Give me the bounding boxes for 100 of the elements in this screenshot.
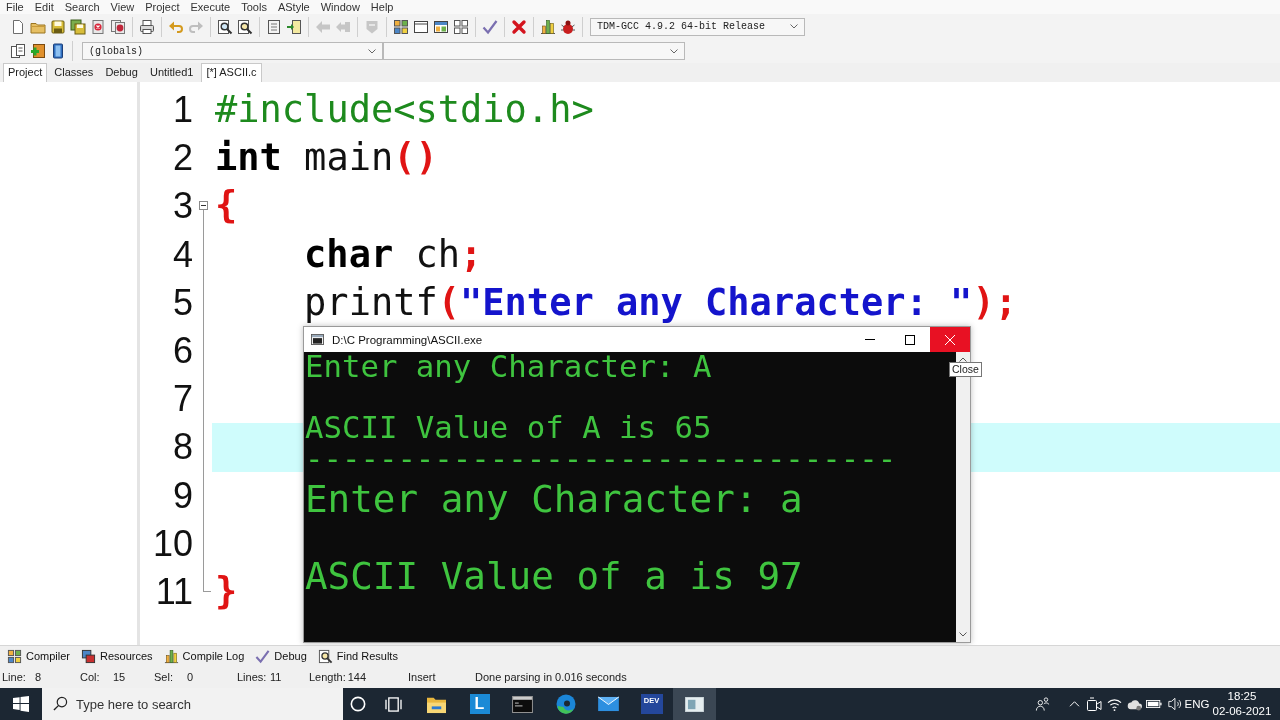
floppy-disks-icon[interactable] [70,18,86,35]
taskbar-button[interactable] [673,688,716,720]
chevron-up-icon[interactable] [959,357,967,362]
panel-tab[interactable]: Compile Log [159,646,249,666]
compiler-dropdown[interactable]: TDM-GCC 4.9.2 64-bit Release [590,17,805,36]
four-squares-outline-icon[interactable] [453,18,469,35]
tooltip: Close [949,362,982,377]
console-app-icon [311,334,324,345]
check-icon [255,648,271,664]
menu-item[interactable]: Execute [190,0,231,14]
panel-tab[interactable]: Compiler [3,646,74,666]
magnifier-page-icon[interactable] [237,18,253,35]
blank-page-icon[interactable] [10,18,26,35]
line-number: 3 [172,185,193,227]
two-pages-icon[interactable] [10,43,26,59]
clock[interactable]: 18:25 02-06-2021 [1210,689,1274,719]
menu-item[interactable]: View [110,0,135,14]
check-icon[interactable] [482,18,498,35]
status-value: 15 [113,671,126,683]
chevron-down-icon [368,48,376,54]
console-text-line: Enter any Character: A [305,352,712,383]
four-panes-icon[interactable] [13,696,29,712]
menu-item[interactable]: Help [370,0,394,14]
page-x-icon[interactable] [90,18,106,35]
people-icon[interactable] [1034,697,1050,711]
line-number: 5 [172,281,193,323]
plus-page-icon[interactable] [30,43,46,59]
menu-item[interactable]: File [6,0,24,14]
editor-tab[interactable]: [*] ASCII.c [201,63,262,82]
line-number: 7 [172,378,193,420]
code-line: char ch; [304,231,483,278]
search-icon [53,696,68,711]
panel-tab[interactable]: Classes [49,63,99,82]
chevron-down-icon [670,48,678,54]
pages-x-icon[interactable] [110,18,126,35]
speaker-icon[interactable] [1166,697,1182,711]
menu-item[interactable]: Project [145,0,180,14]
panels-icon[interactable] [385,696,402,712]
menu-item[interactable]: Tools [241,0,267,14]
printer-icon[interactable] [139,18,155,35]
line-number: 1 [172,89,193,130]
line-number: 8 [172,426,193,468]
envelope-icon[interactable] [598,696,619,712]
line-number: 10 [152,522,193,564]
magnifier-page-icon[interactable] [217,18,233,35]
app-tile[interactable]: L [469,694,490,714]
editor-tab[interactable]: Untitled1 [145,63,199,82]
menu-item[interactable]: AStyle [277,0,310,14]
menu-item[interactable]: Search [64,0,100,14]
maximize-icon[interactable] [905,334,915,345]
console-text-line: ASCII Value of a is 97 [305,557,803,596]
bar-chart-icon[interactable] [540,18,556,35]
list-page-icon[interactable] [266,18,282,35]
status-label: Sel: [154,671,174,683]
menu-item[interactable]: Window [320,0,360,14]
terminal-icon[interactable] [512,695,533,713]
window-panels-icon[interactable] [433,18,449,35]
ring-icon[interactable] [349,696,366,712]
battery-icon[interactable] [1146,700,1162,708]
status-value: 144 [347,671,367,683]
panel-tab[interactable]: Debug [100,63,143,82]
panel-tab[interactable]: Project [3,63,48,82]
code-line: } [215,568,238,615]
camera-icon[interactable] [1086,697,1102,711]
console-text-line: -------------------------------- [305,443,897,474]
four-squares-icon [7,648,22,664]
bug-icon[interactable] [560,18,576,35]
status-label: Lines: [237,671,268,683]
line-number: 6 [172,329,193,371]
search-field[interactable]: Type here to search [42,688,343,720]
status-value: 11 [270,671,282,683]
scope-dropdown[interactable]: (globals) [82,42,383,60]
cloud-icon[interactable] [1126,697,1142,711]
close-icon [945,334,955,345]
line-number: 4 [172,233,193,275]
code-line: #include<stdio.h> [215,87,594,133]
chevron-down-icon[interactable] [959,632,967,637]
line-number: 2 [172,137,193,179]
window-icon[interactable] [685,696,704,712]
four-squares-icon[interactable] [393,18,409,35]
console-text-line: Enter any Character: a [305,480,803,519]
status-label: Length: [309,671,346,683]
panel-tab[interactable]: Resources [77,646,157,666]
book-icon[interactable] [50,43,66,59]
menu-item[interactable]: Edit [34,0,54,14]
status-message: Done parsing in 0.016 seconds [475,671,627,683]
minus-box-icon[interactable] [199,201,208,211]
chevron-down-icon [790,24,798,29]
code-line: printf("Enter any Character: "); [304,279,1017,326]
panel-tab[interactable]: Debug [251,646,311,666]
x-icon[interactable] [511,18,527,35]
language-indicator[interactable]: ENG [1184,698,1210,710]
line-number: 9 [172,474,193,516]
swirl-icon[interactable] [555,694,576,714]
stacked-windows-icon [81,648,96,664]
window-icon[interactable] [413,18,429,35]
arrow-page-icon[interactable] [286,18,302,35]
line-number: 11 [155,570,193,612]
wifi-icon[interactable] [1106,697,1122,711]
panel-tab[interactable]: Find Results [313,646,402,666]
